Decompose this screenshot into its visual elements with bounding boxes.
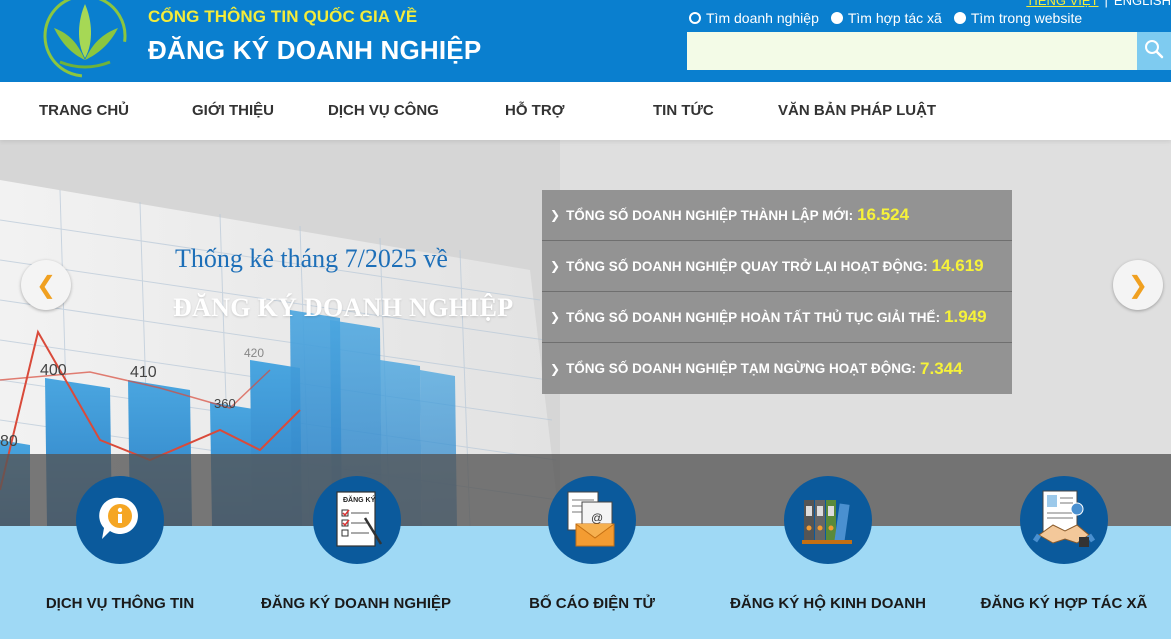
stat-value: 7.344 (920, 358, 963, 378)
chevron-right-icon: ❯ (550, 361, 561, 376)
chevron-left-icon[interactable]: ❮ (36, 271, 56, 300)
hero-heading-line1: Thống kê tháng 7/2025 về (175, 244, 448, 273)
nav-home[interactable]: TRANG CHỦ (39, 102, 129, 119)
form-title-text: ĐĂNG KÝ (343, 495, 376, 504)
slider-next-button[interactable]: ❯ (1113, 260, 1163, 310)
nav-about[interactable]: GIỚI THIỆU (192, 102, 274, 119)
stat-value: 14.619 (931, 256, 984, 275)
nav-legal-documents[interactable]: VĂN BẢN PHÁP LUẬT (778, 102, 936, 119)
site-header: CỔNG THÔNG TIN QUỐC GIA VỀ ĐĂNG KÝ DOANH… (0, 0, 1171, 82)
chevron-right-icon[interactable]: ❯ (1128, 271, 1148, 300)
chart-tick-label: 410 (130, 364, 157, 381)
chart-tick-label: 80 (0, 433, 18, 450)
stat-new-businesses[interactable]: ❯ TỔNG SỐ DOANH NGHIỆP THÀNH LẬP MỚI: 16… (542, 190, 1012, 241)
stat-label: TỔNG SỐ DOANH NGHIỆP THÀNH LẬP MỚI: (566, 207, 854, 223)
handshake-contract-icon[interactable] (1020, 476, 1108, 564)
lang-separator: | (1104, 0, 1108, 8)
stat-label: TỔNG SỐ DOANH NGHIỆP TẠM NGỪNG HOẠT ĐỘNG… (566, 361, 917, 376)
lang-en-link[interactable]: ENGLISH (1114, 0, 1171, 8)
hero-heading-line2: ĐĂNG KÝ DOANH NGHIỆP (173, 293, 514, 322)
search-scope-options: Tìm doanh nghiệp Tìm hợp tác xã Tìm tron… (689, 10, 1082, 26)
language-switcher: TIẾNG VIỆT | ENGLISH (1026, 0, 1171, 8)
stat-dissolved-businesses[interactable]: ❯ TỔNG SỐ DOANH NGHIỆP HOÀN TẤT THỦ TỤC … (542, 292, 1012, 343)
search-input[interactable] (687, 32, 1137, 70)
radio-label: Tìm hợp tác xã (847, 10, 942, 26)
service-label: ĐĂNG KÝ HỢP TÁC XÃ (980, 595, 1148, 612)
slider-prev-button[interactable]: ❮ (21, 260, 71, 310)
main-nav: TRANG CHỦ GIỚI THIỆU DỊCH VỤ CÔNG HỖ TRỢ… (0, 82, 1171, 140)
chevron-right-icon: ❯ (550, 208, 561, 222)
stat-returning-businesses[interactable]: ❯ TỔNG SỐ DOANH NGHIỆP QUAY TRỞ LẠI HOẠT… (542, 241, 1012, 292)
radio-search-business[interactable]: Tìm doanh nghiệp (689, 10, 819, 26)
radio-label: Tìm trong website (970, 10, 1083, 26)
portal-title: ĐĂNG KÝ DOANH NGHIỆP (148, 35, 482, 65)
registration-form-icon[interactable]: ĐĂNG KÝ (313, 476, 401, 564)
radio-dot[interactable] (953, 12, 966, 24)
radio-dot[interactable] (689, 12, 701, 24)
stats-panel: ❯ TỔNG SỐ DOANH NGHIỆP THÀNH LẬP MỚI: 16… (542, 190, 1012, 394)
search-icon[interactable] (1144, 39, 1164, 64)
service-label: ĐĂNG KÝ HỘ KINH DOANH (730, 595, 926, 612)
stat-label: TỔNG SỐ DOANH NGHIỆP QUAY TRỞ LẠI HOẠT Đ… (566, 258, 928, 274)
stat-suspended-businesses[interactable]: ❯ TỔNG SỐ DOANH NGHIỆP TẠM NGỪNG HOẠT ĐỘ… (542, 343, 1012, 394)
nav-support[interactable]: HỖ TRỢ (505, 102, 564, 119)
service-label: BỐ CÁO ĐIỆN TỬ (529, 595, 655, 612)
leaf-logo-icon[interactable] (40, 0, 130, 78)
nav-news[interactable]: TIN TỨC (653, 102, 714, 119)
svg-text:@: @ (591, 511, 603, 525)
search-button[interactable] (1137, 32, 1171, 70)
chart-tick-label: 400 (40, 362, 67, 379)
radio-dot[interactable] (830, 12, 843, 24)
service-label: DỊCH VỤ THÔNG TIN (45, 595, 195, 612)
stat-value: 1.949 (944, 307, 987, 326)
nav-public-services[interactable]: DỊCH VỤ CÔNG (328, 102, 439, 119)
chart-tick-label: 360 (214, 396, 236, 411)
stat-label: TỔNG SỐ DOANH NGHIỆP HOÀN TẤT THỦ TỤC GI… (566, 309, 941, 325)
radio-search-website[interactable]: Tìm trong website (953, 10, 1083, 26)
radio-search-cooperative[interactable]: Tìm hợp tác xã (830, 10, 942, 26)
service-label: ĐĂNG KÝ DOANH NGHIỆP (260, 595, 451, 612)
chevron-right-icon: ❯ (550, 310, 561, 324)
binders-icon[interactable] (784, 476, 872, 564)
chevron-right-icon: ❯ (550, 259, 561, 273)
chart-tick-label: 420 (244, 346, 264, 360)
info-bubble-icon[interactable] (76, 476, 164, 564)
radio-label: Tìm doanh nghiệp (706, 10, 819, 26)
email-document-icon[interactable]: @ (548, 476, 636, 564)
portal-subtitle: CỔNG THÔNG TIN QUỐC GIA VỀ (148, 7, 418, 26)
stat-value: 16.524 (857, 205, 910, 224)
lang-vi-link[interactable]: TIẾNG VIỆT (1026, 0, 1098, 8)
